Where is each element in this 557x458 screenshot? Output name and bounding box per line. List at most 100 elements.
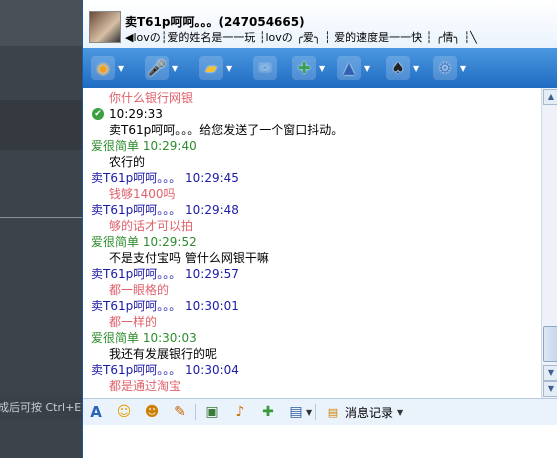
message-text-remote: 钱够1400吗	[83, 186, 541, 202]
message-text: 你什么银行网银	[109, 91, 194, 105]
message-text: 都一样的	[109, 315, 158, 329]
message-text: 我还有发展银行的呢	[109, 347, 218, 361]
message-history-label: 消息记录	[345, 405, 394, 420]
background-panel	[0, 100, 82, 150]
message-system-time: ✔ 10:29:33	[83, 106, 541, 122]
message-text: 爱很简单 10:29:52	[91, 235, 197, 249]
gift-button[interactable]: ✚	[259, 403, 277, 421]
scroll-thumb[interactable]	[543, 326, 557, 362]
message-input[interactable]	[83, 425, 557, 458]
chevron-down-icon[interactable]: ▼	[118, 64, 124, 73]
toolbar-separator	[315, 404, 316, 420]
message-text-self: 不是支付宝吗 管什么网银干嘛	[83, 250, 541, 266]
toolbar-separator	[195, 404, 196, 420]
voice-call-button[interactable]: 🎤 ▼	[145, 54, 178, 82]
message-header-remote: 卖T61p呵呵。。。 10:29:45	[83, 170, 541, 186]
font-button[interactable]: A	[87, 403, 105, 421]
message-text: 卖T61p呵呵。。。 10:30:04	[91, 363, 239, 377]
scroll-end-button[interactable]: ▼	[543, 381, 557, 397]
background-header	[0, 0, 82, 46]
message-text-remote: 够的话才可以拍	[83, 218, 541, 234]
message-system: 卖T61p呵呵。。。给您发送了一个窗口抖动。	[83, 122, 541, 138]
message-text: 爱很简单 10:30:03	[91, 331, 197, 345]
message-text: 够的话才可以拍	[109, 219, 194, 233]
background-window: 成后可按 Ctrl+E	[0, 0, 82, 458]
font-icon: A	[90, 403, 102, 421]
gift-icon: ✚	[262, 404, 274, 420]
message-scrollbar[interactable]: ▲ ▼ ▼	[541, 88, 557, 398]
message-text: 都是通过淘宝	[109, 379, 182, 393]
message-text-remote: 你什么银行网银	[83, 90, 541, 106]
emoticon-button[interactable]: ☺	[115, 403, 133, 421]
message-text-self: 农行的	[83, 154, 541, 170]
cards-icon: ♠	[386, 56, 410, 80]
magic-face-icon: ☻	[144, 404, 160, 420]
chat-toolbar: ◉ ▼ 🎤 ▼ ▰ ▼ ✉ ✚ ▼ ▲ ▼ ♠ ▼ ⚙ ▼	[83, 48, 557, 88]
message-text: 钱够1400吗	[109, 187, 176, 201]
message-text: 10:29:33	[109, 107, 163, 121]
send-file-button[interactable]: ▰ ▼	[199, 54, 232, 82]
chevron-down-icon[interactable]: ▼	[306, 408, 312, 417]
assist-icon: ▲	[337, 56, 361, 80]
video-call-button[interactable]: ◉ ▼	[91, 54, 124, 82]
message-text-remote: 都一样的	[83, 314, 541, 330]
magic-emoticon-button[interactable]: ☻	[143, 403, 161, 421]
message-header-remote: 卖T61p呵呵。。。 10:29:48	[83, 202, 541, 218]
background-divider	[0, 217, 82, 218]
add-document-icon: ✚	[292, 56, 316, 80]
message-text: 卖T61p呵呵。。。 10:30:01	[91, 299, 239, 313]
microphone-icon: 🎤	[145, 56, 169, 80]
send-mail-button[interactable]: ✉	[253, 54, 277, 82]
contact-name[interactable]: 卖T61p呵呵。。。(247054665)	[125, 13, 305, 30]
check-icon: ✔	[92, 108, 104, 120]
chevron-down-icon[interactable]: ▼	[460, 64, 466, 73]
message-header-self: 爱很简单 10:30:03	[83, 330, 541, 346]
message-text: 不是支付宝吗 管什么网银干嘛	[109, 251, 269, 265]
remote-assist-button[interactable]: ▲ ▼	[337, 54, 370, 82]
smiley-icon: ☺	[116, 404, 132, 420]
scroll-down-button[interactable]: ▼	[543, 365, 557, 381]
message-text-remote: 都是通过淘宝	[83, 378, 541, 394]
games-button[interactable]: ♠ ▼	[386, 54, 419, 82]
chevron-down-icon[interactable]: ▼	[319, 64, 325, 73]
image-button[interactable]: ▣	[203, 403, 221, 421]
chevron-down-icon[interactable]: ▼	[413, 64, 419, 73]
chevron-down-icon[interactable]: ▼	[364, 64, 370, 73]
chevron-down-icon: ▼	[397, 407, 404, 417]
message-header-self: 爱很简单 10:29:52	[83, 234, 541, 250]
message-history-button[interactable]: ▤ 消息记录 ▼	[324, 403, 403, 421]
message-header-remote: 卖T61p呵呵。。。 10:30:01	[83, 298, 541, 314]
screenshot-button[interactable]: ▤ ▼	[287, 403, 312, 421]
gear-icon: ⚙	[433, 56, 457, 80]
picture-icon: ▣	[205, 404, 219, 420]
message-text: 卖T61p呵呵。。。 10:29:45	[91, 171, 239, 185]
message-text: 农行的	[109, 155, 146, 169]
message-header-remote: 卖T61p呵呵。。。 10:30:04	[83, 362, 541, 378]
chevron-down-icon[interactable]: ▼	[226, 64, 232, 73]
message-history: 你什么银行网银 ✔ 10:29:33 卖T61p呵呵。。。给您发送了一个窗口抖动。爱很…	[83, 88, 541, 398]
message-text: 卖T61p呵呵。。。 10:29:57	[91, 267, 239, 281]
message-text-remote: 都一眼格的	[83, 282, 541, 298]
scrawl-button[interactable]: ✎	[171, 403, 189, 421]
music-icon: ♪	[235, 404, 245, 420]
message-text-self: 我还有发展银行的呢	[83, 346, 541, 362]
folder-icon: ▰	[199, 56, 223, 80]
create-group-button[interactable]: ✚ ▼	[292, 54, 325, 82]
chevron-down-icon[interactable]: ▼	[172, 64, 178, 73]
scrawl-face-icon: ✎	[174, 404, 186, 420]
screen-capture-icon: ▤	[289, 404, 303, 420]
contact-signature: ◀lovの┆爱的姓名是一一玩 ┆lovの ╭爱╮ ┆ 爱的速度是一一快 ┆ ╭情…	[125, 31, 477, 44]
format-toolbar: ▤ 消息记录 ▼ A ☺ ☻ ✎ ▣ ♪ ✚ ▤ ▼	[83, 398, 557, 426]
chat-titlebar[interactable]: 卖T61p呵呵。。。(247054665) ◀lovの┆爱的姓名是一一玩 ┆lo…	[83, 0, 557, 48]
scroll-up-button[interactable]: ▲	[543, 89, 557, 105]
message-text: 卖T61p呵呵。。。给您发送了一个窗口抖动。	[109, 123, 344, 137]
message-header-self: 爱很简单 10:29:40	[83, 138, 541, 154]
background-hint: 成后可按 Ctrl+E	[0, 395, 82, 420]
settings-button[interactable]: ⚙ ▼	[433, 54, 466, 82]
contact-avatar[interactable]	[89, 11, 121, 43]
message-text: 都一眼格的	[109, 283, 170, 297]
music-button[interactable]: ♪	[231, 403, 249, 421]
message-header-remote: 卖T61p呵呵。。。 10:29:57	[83, 266, 541, 282]
message-text: 爱很简单 10:29:40	[91, 139, 197, 153]
history-icon: ▤	[327, 405, 339, 419]
